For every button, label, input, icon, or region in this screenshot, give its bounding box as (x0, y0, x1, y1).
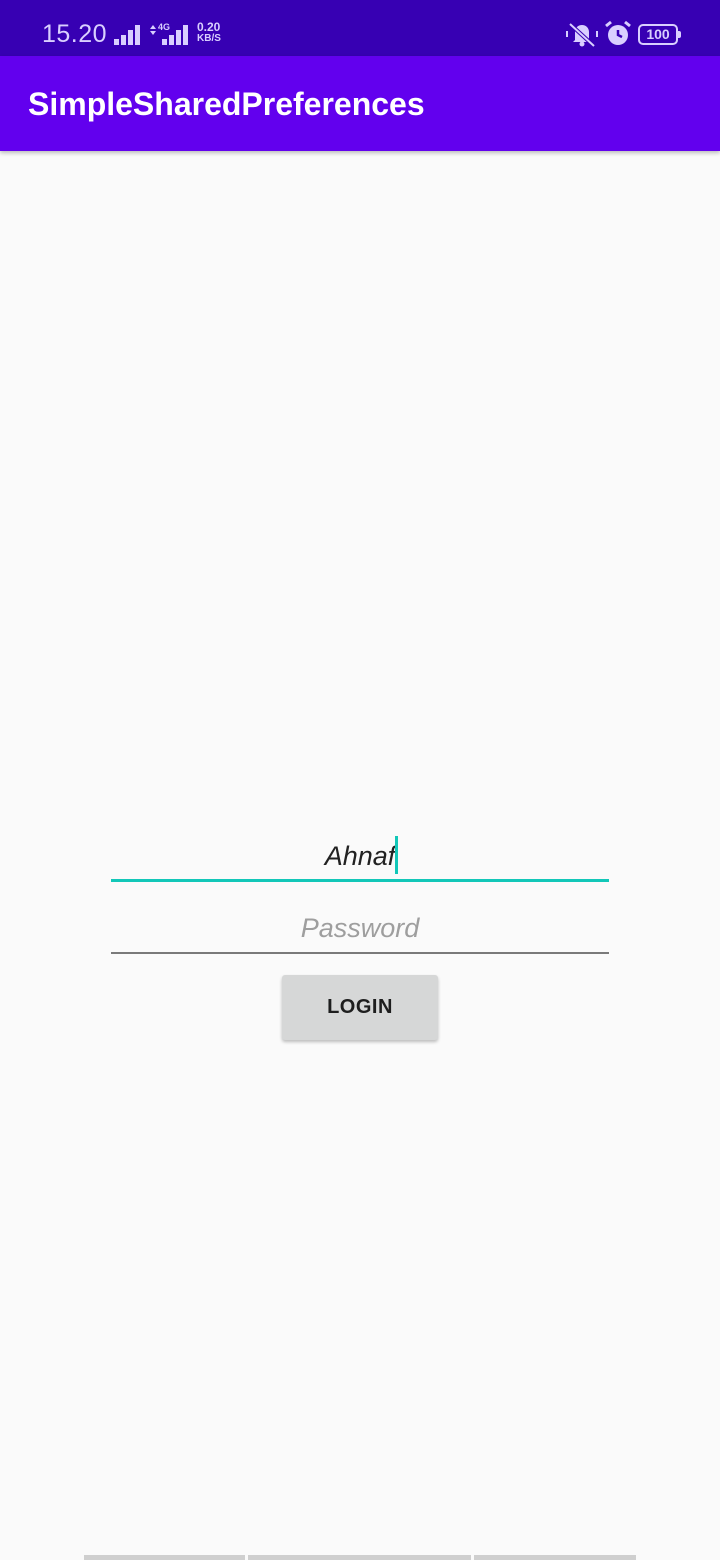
app-bar: SimpleSharedPreferences (0, 56, 720, 151)
password-field-container (111, 906, 609, 954)
bottom-edge-segment (248, 1555, 471, 1560)
signal-4g-icon (150, 25, 188, 45)
battery-icon: 100 (638, 24, 681, 45)
bottom-edge-segment (474, 1555, 636, 1560)
username-underline (111, 879, 609, 882)
network-speed-unit: KB/S (197, 33, 221, 44)
username-input[interactable] (111, 834, 609, 878)
mute-vibrate-icon (566, 22, 598, 48)
status-bar: 15.20 4G 0.20 KB/S 100 (0, 0, 720, 56)
password-underline (111, 952, 609, 954)
app-title: SimpleSharedPreferences (28, 86, 425, 122)
username-field-container (111, 834, 609, 882)
network-speed-value: 0.20 (197, 20, 221, 34)
signal-icon (114, 25, 140, 45)
password-input[interactable] (111, 906, 609, 950)
network-speed: 0.20 KB/S (197, 21, 221, 45)
login-button[interactable]: LOGIN (282, 975, 438, 1040)
bottom-edge-segment (84, 1555, 245, 1560)
text-cursor (395, 836, 398, 874)
status-time: 15.20 (42, 20, 108, 48)
alarm-icon (605, 20, 631, 45)
battery-level: 100 (646, 26, 670, 42)
